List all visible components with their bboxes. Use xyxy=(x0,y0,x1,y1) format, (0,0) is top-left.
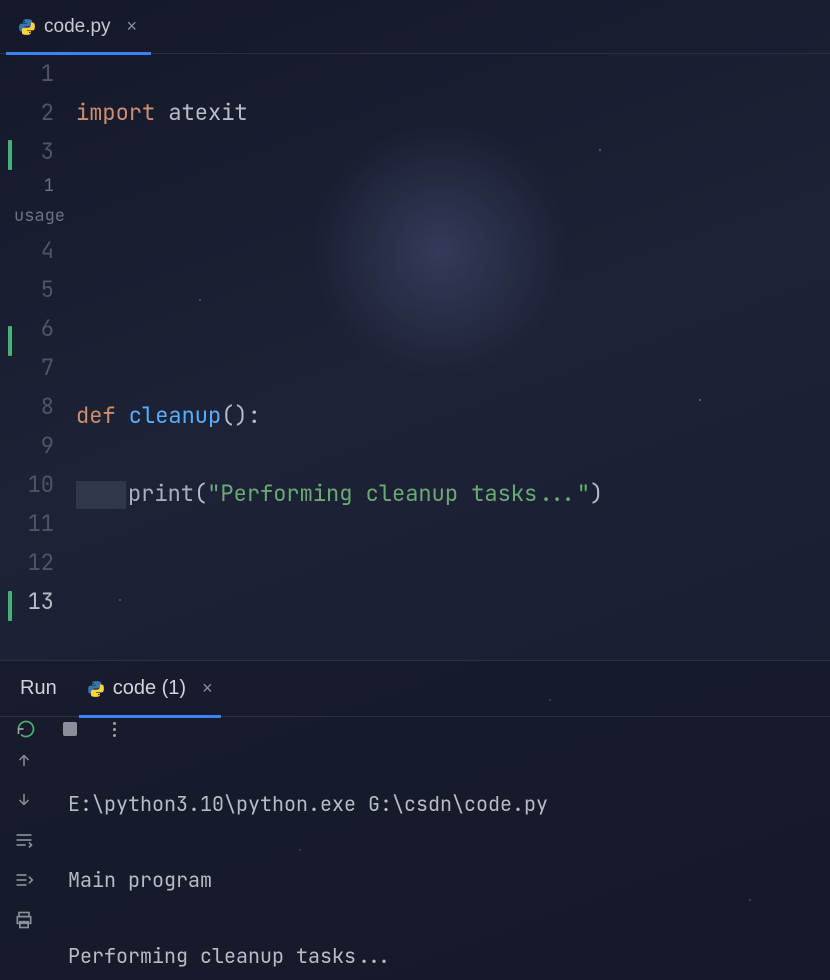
close-icon[interactable]: × xyxy=(202,678,213,699)
line-numbers: 1 2 3 1 usage 4 5 6 7 8 9 10 11 12 13 xyxy=(12,54,68,660)
rerun-icon[interactable] xyxy=(14,717,38,741)
editor-tabbar: code.py × xyxy=(0,0,830,54)
usage-hint: 1 usage xyxy=(12,171,54,231)
console-line: Performing cleanup tasks... xyxy=(68,937,830,975)
scroll-to-end-icon[interactable] xyxy=(13,869,35,891)
scroll-down-icon[interactable] xyxy=(13,789,35,811)
console-line: E:\python3.10\python.exe G:\csdn\code.py xyxy=(68,785,830,823)
close-icon[interactable]: × xyxy=(127,16,138,37)
more-icon[interactable] xyxy=(102,717,126,741)
print-icon[interactable] xyxy=(13,909,35,931)
indent-guide xyxy=(76,481,126,509)
vcs-change-mark xyxy=(8,591,12,621)
stop-icon[interactable] xyxy=(58,717,82,741)
run-tab-code[interactable]: code (1) × xyxy=(79,661,221,717)
run-toolbar xyxy=(0,717,830,741)
python-icon xyxy=(87,680,105,698)
python-icon xyxy=(18,18,36,36)
run-tool-window: Run code (1) × xyxy=(0,660,830,980)
run-side-toolbar xyxy=(0,741,48,980)
code-content[interactable]: import atexit def cleanup(): print("Perf… xyxy=(68,54,830,660)
vcs-change-mark xyxy=(8,140,12,170)
console-line: Main program xyxy=(68,861,830,899)
file-tab-code-py[interactable]: code.py × xyxy=(6,0,151,54)
scroll-up-icon[interactable] xyxy=(13,749,35,771)
run-title: Run xyxy=(20,677,57,700)
file-tab-label: code.py xyxy=(44,16,111,38)
vcs-change-mark xyxy=(8,326,12,356)
run-tab-label: code (1) xyxy=(113,677,186,700)
code-editor[interactable]: 1 2 3 1 usage 4 5 6 7 8 9 10 11 12 13 im… xyxy=(0,54,830,660)
run-tabbar: Run code (1) × xyxy=(0,661,830,717)
soft-wrap-icon[interactable] xyxy=(13,829,35,851)
console-output[interactable]: E:\python3.10\python.exe G:\csdn\code.py… xyxy=(48,741,830,980)
